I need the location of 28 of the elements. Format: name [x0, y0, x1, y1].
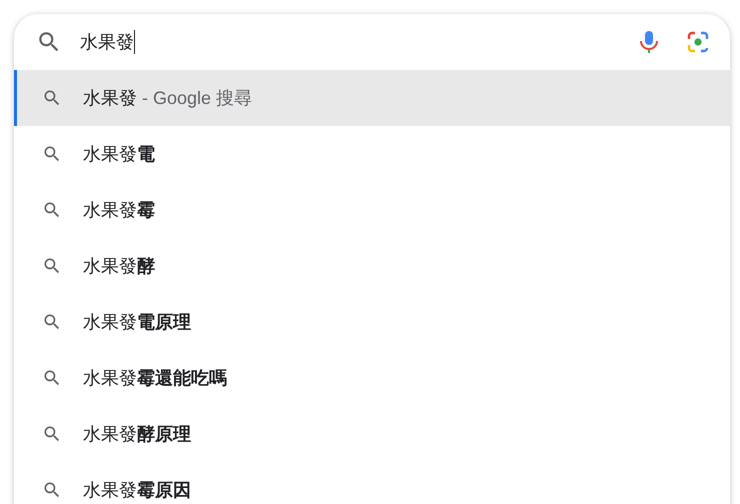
search-icon: [42, 200, 62, 220]
suggestion-text: 水果發霉還能吃嗎: [83, 366, 227, 390]
suggestion-item[interactable]: 水果發電原理: [14, 294, 730, 350]
suggestion-text: 水果發霉: [83, 198, 155, 222]
search-icon: [42, 144, 62, 164]
microphone-icon[interactable]: [638, 30, 660, 54]
suggestion-item[interactable]: 水果發霉還能吃嗎: [14, 350, 730, 406]
search-icon: [42, 312, 62, 332]
search-icon: [42, 368, 62, 388]
text-cursor: [134, 30, 135, 54]
suggestion-text: 水果發電原理: [83, 310, 191, 334]
search-icon: [42, 480, 62, 500]
camera-lens-icon[interactable]: [686, 30, 710, 54]
suggestion-text: 水果發 - Google 搜尋: [83, 86, 252, 110]
suggestion-item[interactable]: 水果發霉: [14, 182, 730, 238]
suggestion-item[interactable]: 水果發 - Google 搜尋: [14, 70, 730, 126]
suggestion-text: 水果發酵: [83, 254, 155, 278]
suggestion-text: 水果發霉原因: [83, 478, 191, 502]
suggestion-text: 水果發電: [83, 142, 155, 166]
search-icon: [42, 256, 62, 276]
suggestion-item[interactable]: 水果發酵原理: [14, 406, 730, 462]
suggestion-item[interactable]: 水果發酵: [14, 238, 730, 294]
suggestion-item[interactable]: 水果發霉原因: [14, 462, 730, 504]
suggestion-item[interactable]: 水果發電: [14, 126, 730, 182]
suggestion-text: 水果發酵原理: [83, 422, 191, 446]
search-icon: [42, 88, 62, 108]
search-icon: [42, 424, 62, 444]
search-field[interactable]: 水果發: [80, 28, 638, 56]
